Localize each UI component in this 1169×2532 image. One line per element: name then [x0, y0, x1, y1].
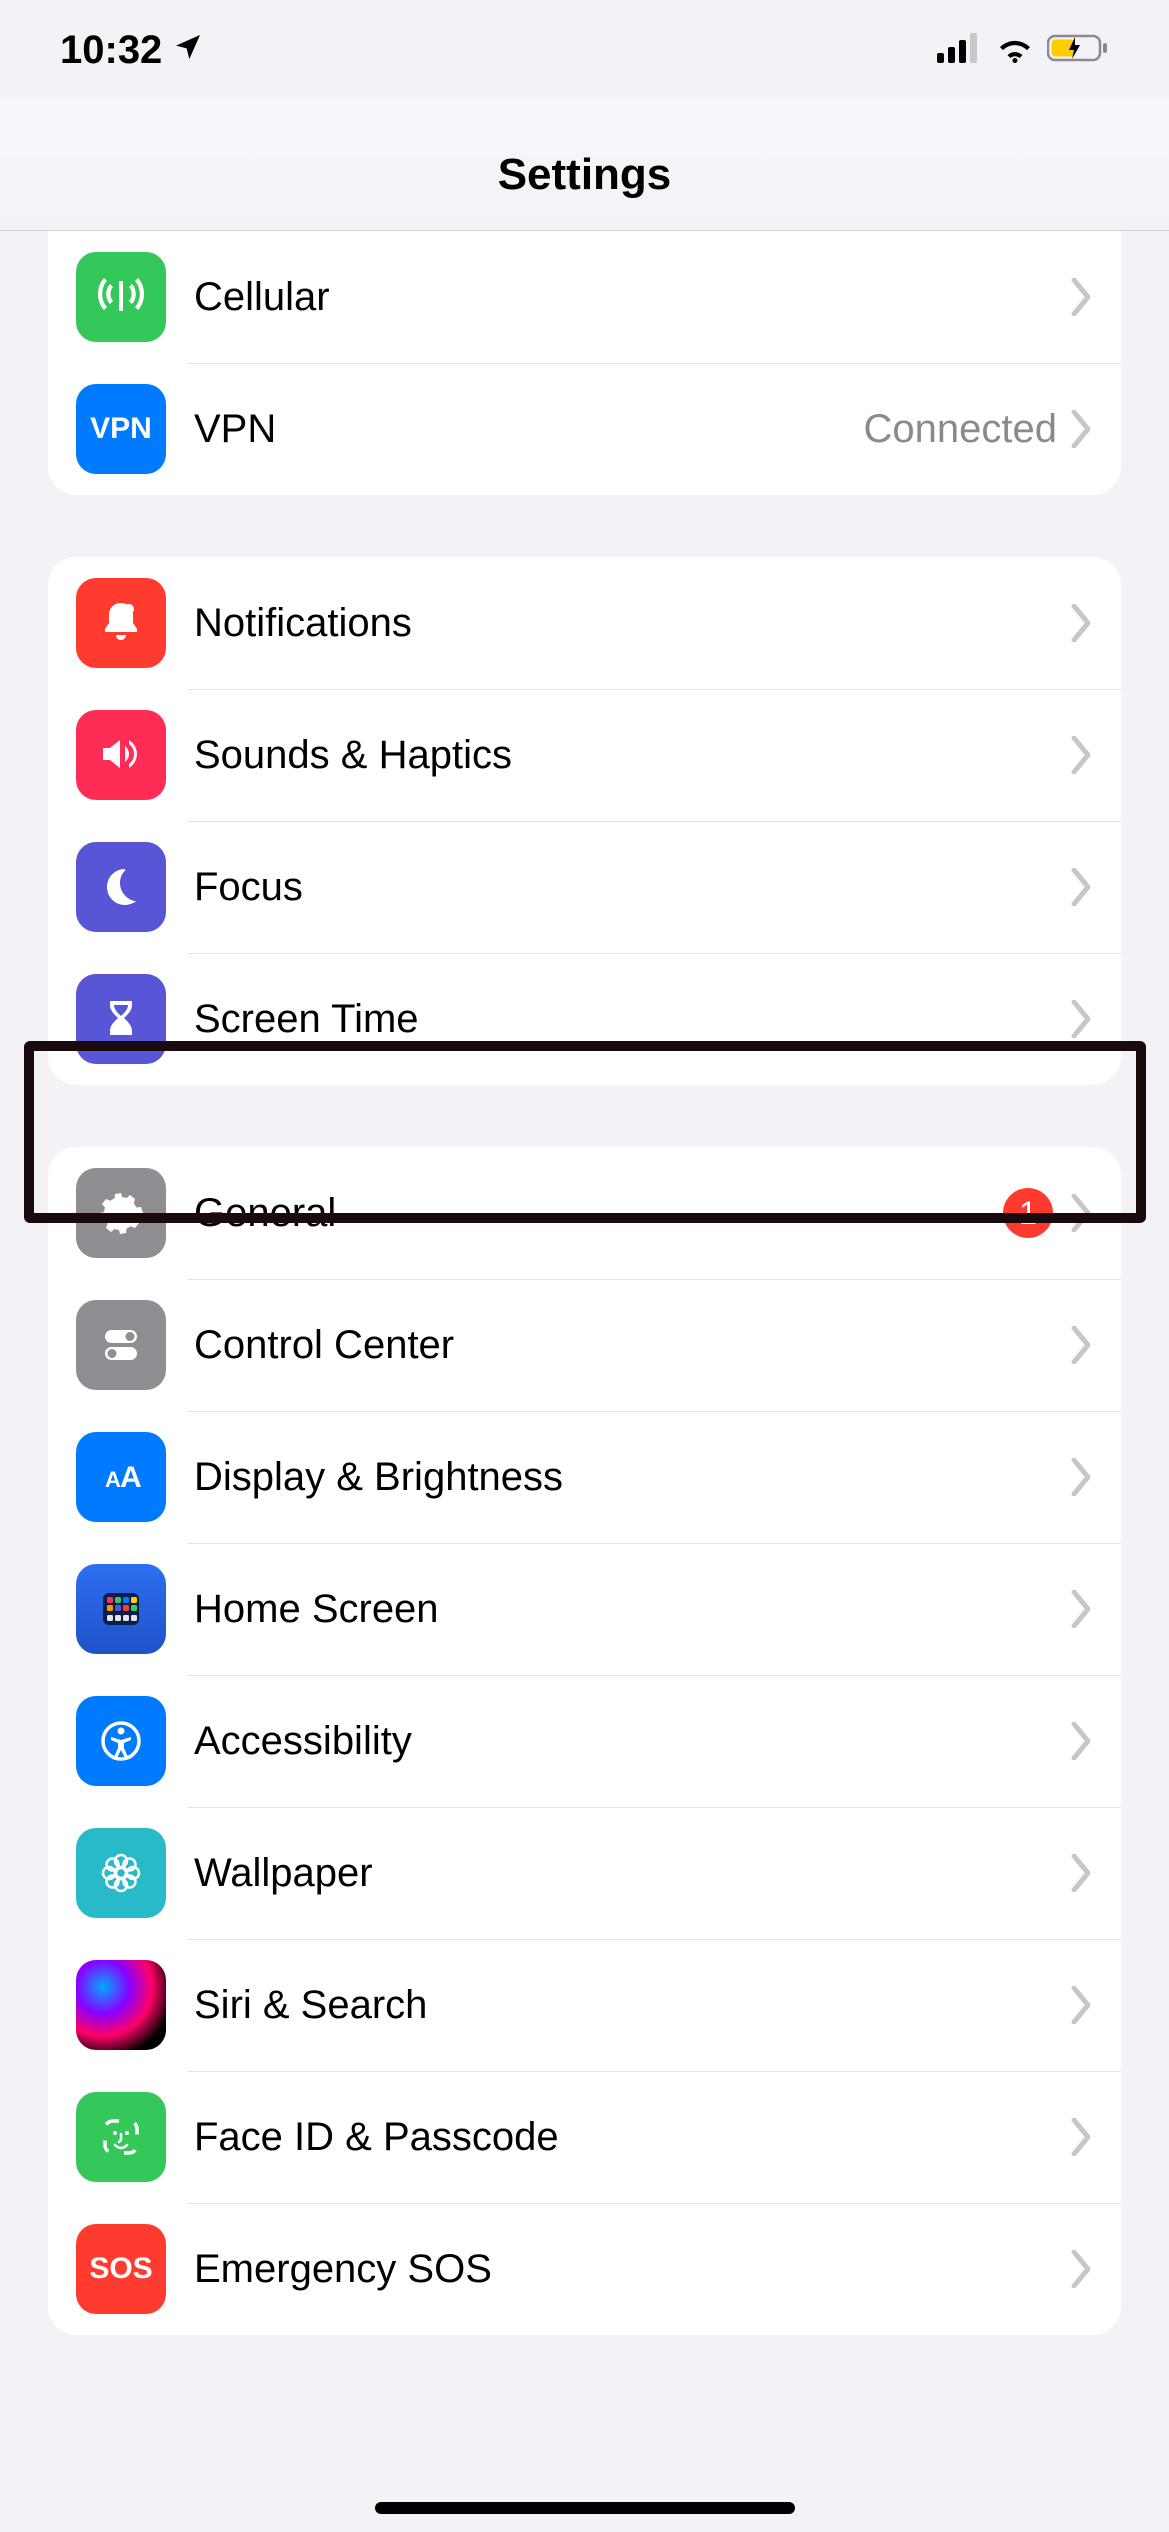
row-label: Emergency SOS	[194, 2247, 1071, 2292]
page-title: Settings	[0, 100, 1169, 231]
wifi-icon	[995, 33, 1035, 68]
notifications-icon	[76, 578, 166, 668]
chevron-right-icon	[1071, 736, 1093, 774]
screentime-icon	[76, 974, 166, 1064]
wallpaper-icon	[76, 1828, 166, 1918]
settings-row-sos[interactable]: SOS Emergency SOS	[48, 2203, 1121, 2335]
status-bar: 10:32	[0, 0, 1169, 100]
chevron-right-icon	[1071, 604, 1093, 642]
battery-charging-icon	[1047, 33, 1109, 68]
row-label: Notifications	[194, 601, 1071, 646]
settings-row-homescreen[interactable]: Home Screen	[48, 1543, 1121, 1675]
row-label: VPN	[194, 407, 864, 452]
row-label: Control Center	[194, 1323, 1071, 1368]
settings-row-wallpaper[interactable]: Wallpaper	[48, 1807, 1121, 1939]
focus-icon	[76, 842, 166, 932]
accessibility-icon	[76, 1696, 166, 1786]
row-label: Siri & Search	[194, 1983, 1071, 2028]
status-time: 10:32	[60, 28, 162, 73]
chevron-right-icon	[1071, 1458, 1093, 1496]
chevron-right-icon	[1071, 1326, 1093, 1364]
chevron-right-icon	[1071, 1000, 1093, 1038]
faceid-icon	[76, 2092, 166, 2182]
chevron-right-icon	[1071, 1194, 1093, 1232]
settings-row-screentime[interactable]: Screen Time	[48, 953, 1121, 1085]
row-label: Face ID & Passcode	[194, 2115, 1071, 2160]
location-icon	[172, 28, 204, 73]
chevron-right-icon	[1071, 410, 1093, 448]
chevron-right-icon	[1071, 1986, 1093, 2024]
chevron-right-icon	[1071, 1722, 1093, 1760]
row-value: Connected	[864, 407, 1057, 452]
display-icon	[76, 1432, 166, 1522]
row-label: Sounds & Haptics	[194, 733, 1071, 778]
settings-group: CellularVPNVPNConnected	[48, 231, 1121, 495]
sounds-icon	[76, 710, 166, 800]
cellular-icon	[937, 33, 983, 68]
settings-row-display[interactable]: Display & Brightness	[48, 1411, 1121, 1543]
settings-group: General1 Control Center Display & Brightne…	[48, 1147, 1121, 2335]
row-label: Display & Brightness	[194, 1455, 1071, 1500]
settings-row-notifications[interactable]: Notifications	[48, 557, 1121, 689]
sos-icon: SOS	[76, 2224, 166, 2314]
cellular-icon	[76, 252, 166, 342]
notification-badge: 1	[1003, 1188, 1053, 1238]
settings-row-sounds[interactable]: Sounds & Haptics	[48, 689, 1121, 821]
siri-icon	[76, 1960, 166, 2050]
settings-row-faceid[interactable]: Face ID & Passcode	[48, 2071, 1121, 2203]
settings-row-general[interactable]: General1	[48, 1147, 1121, 1279]
chevron-right-icon	[1071, 1590, 1093, 1628]
row-label: Focus	[194, 865, 1071, 910]
row-label: General	[194, 1191, 1003, 1236]
controlcenter-icon	[76, 1300, 166, 1390]
settings-row-accessibility[interactable]: Accessibility	[48, 1675, 1121, 1807]
chevron-right-icon	[1071, 2250, 1093, 2288]
vpn-icon: VPN	[76, 384, 166, 474]
row-label: Accessibility	[194, 1719, 1071, 1764]
chevron-right-icon	[1071, 868, 1093, 906]
settings-row-siri[interactable]: Siri & Search	[48, 1939, 1121, 2071]
settings-row-controlcenter[interactable]: Control Center	[48, 1279, 1121, 1411]
settings-row-vpn[interactable]: VPNVPNConnected	[48, 363, 1121, 495]
chevron-right-icon	[1071, 2118, 1093, 2156]
row-label: Screen Time	[194, 997, 1071, 1042]
chevron-right-icon	[1071, 1854, 1093, 1892]
settings-row-focus[interactable]: Focus	[48, 821, 1121, 953]
homescreen-icon	[76, 1564, 166, 1654]
general-icon	[76, 1168, 166, 1258]
row-label: Wallpaper	[194, 1851, 1071, 1896]
chevron-right-icon	[1071, 278, 1093, 316]
home-indicator[interactable]	[375, 2502, 795, 2514]
row-label: Home Screen	[194, 1587, 1071, 1632]
row-label: Cellular	[194, 275, 1071, 320]
settings-group: Notifications Sounds & Haptics Focus Screen…	[48, 557, 1121, 1085]
settings-row-cellular[interactable]: Cellular	[48, 231, 1121, 363]
